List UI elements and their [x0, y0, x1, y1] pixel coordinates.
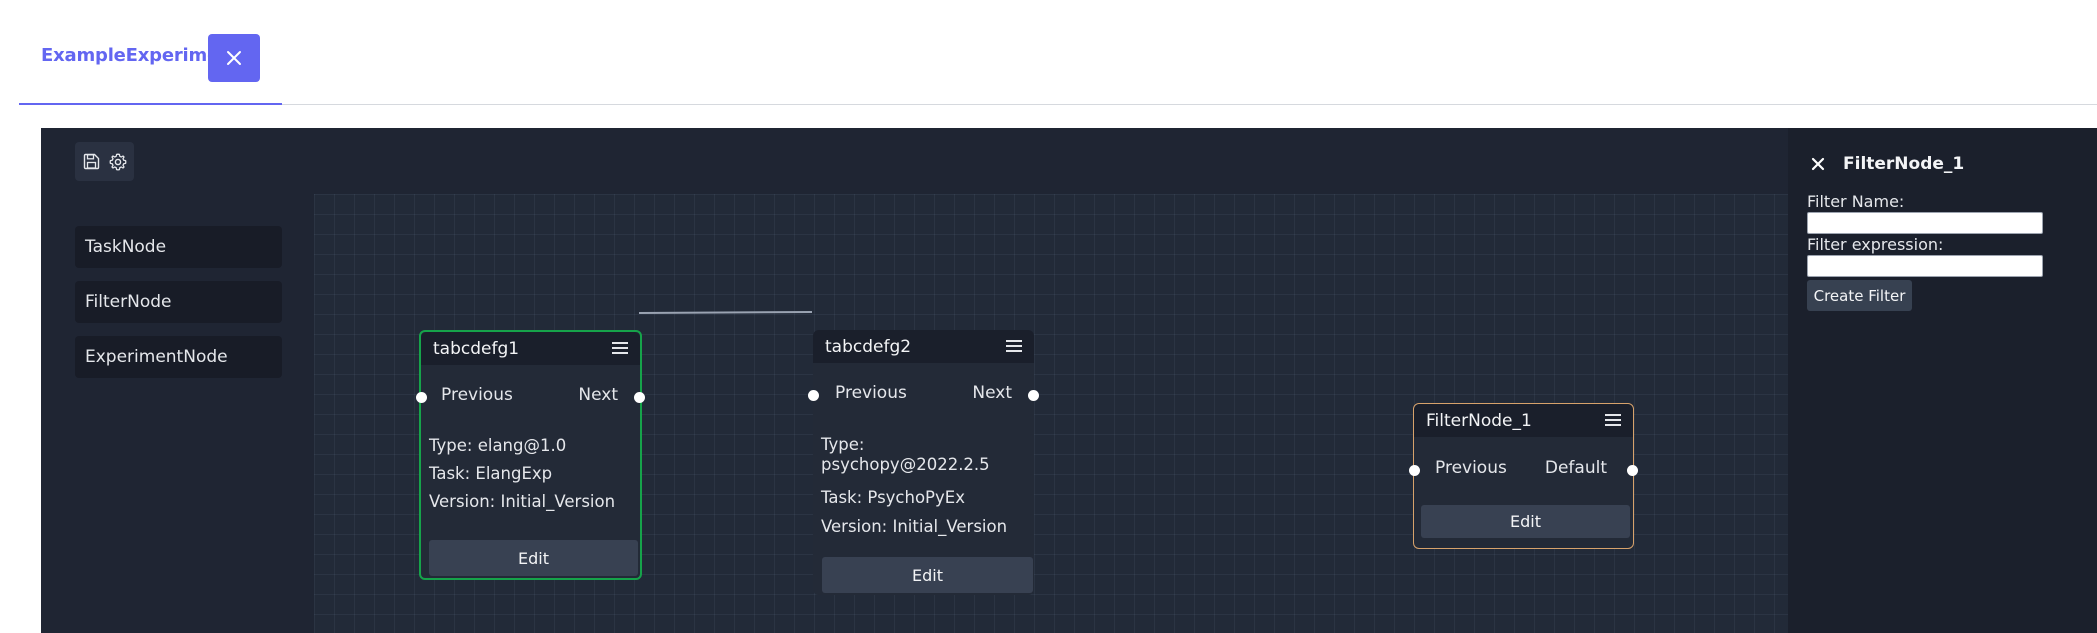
- port-label-previous: Previous: [1435, 458, 1507, 478]
- node-title: tabcdefg2: [825, 337, 912, 357]
- node-type: Type: elang@1.0: [429, 436, 567, 455]
- input-port[interactable]: [808, 390, 819, 401]
- palette-item-experimentnode[interactable]: ExperimentNode: [75, 336, 282, 378]
- port-label-next: Next: [972, 383, 1012, 403]
- filter-name-input[interactable]: [1807, 212, 2043, 234]
- tab-bar-divider: [282, 104, 2097, 105]
- port-label-default: Default: [1544, 458, 1607, 478]
- menu-icon[interactable]: [1605, 414, 1621, 426]
- palette-item-tasknode[interactable]: TaskNode: [75, 226, 282, 268]
- close-icon: [227, 51, 241, 65]
- menu-icon[interactable]: [1006, 340, 1022, 352]
- port-label-previous: Previous: [441, 385, 513, 405]
- palette-item-filternode[interactable]: FilterNode: [75, 281, 282, 323]
- port-label-previous: Previous: [835, 383, 907, 403]
- edit-button[interactable]: Edit: [1421, 505, 1630, 538]
- node-type: Type: psychopy@2022.2.5: [821, 435, 990, 474]
- node-task: Task: PsychoPyEx: [821, 488, 965, 507]
- tab-close-button[interactable]: [208, 34, 260, 82]
- close-icon: [1811, 157, 1825, 171]
- node-header: FilterNode_1: [1414, 404, 1633, 437]
- input-port[interactable]: [1409, 465, 1420, 476]
- port-label-next: Next: [578, 385, 618, 405]
- tab-bar: ExampleExperiment: [0, 0, 2097, 106]
- input-port[interactable]: [416, 392, 427, 403]
- flow-canvas[interactable]: tabcdefg1 Previous Next Type: elang@1.0 …: [314, 194, 1827, 633]
- node-title: tabcdefg1: [433, 339, 520, 359]
- edit-button[interactable]: Edit: [822, 557, 1033, 593]
- editor-toolbar: [75, 142, 134, 181]
- filter-node-filternode1[interactable]: FilterNode_1 Previous Default Edit: [1409, 403, 1638, 549]
- filter-expression-input[interactable]: [1807, 255, 2043, 277]
- settings-button[interactable]: [107, 151, 129, 173]
- edit-button[interactable]: Edit: [429, 540, 638, 576]
- node-header: tabcdefg2: [813, 330, 1034, 363]
- gear-icon: [109, 153, 127, 170]
- node-task: Task: ElangExp: [429, 464, 553, 483]
- output-port[interactable]: [634, 392, 645, 403]
- output-port[interactable]: [1627, 465, 1638, 476]
- filter-expression-label: Filter expression:: [1807, 235, 1944, 254]
- task-node-tabcdefg2[interactable]: tabcdefg2 Previous Next Type: psychopy@2…: [808, 330, 1039, 595]
- panel-title: FilterNode_1: [1843, 154, 1965, 174]
- tab-active-indicator: [19, 103, 282, 105]
- node-header: tabcdefg1: [421, 332, 640, 365]
- output-port[interactable]: [1028, 390, 1039, 401]
- node-title: FilterNode_1: [1426, 411, 1532, 431]
- filter-properties-panel: FilterNode_1 Filter Name: Filter express…: [1788, 128, 2097, 633]
- filter-name-label: Filter Name:: [1807, 192, 1905, 211]
- node-version: Version: Initial_Version: [821, 517, 1008, 536]
- create-filter-button[interactable]: Create Filter: [1807, 280, 1912, 311]
- task-node-tabcdefg1[interactable]: tabcdefg1 Previous Next Type: elang@1.0 …: [416, 330, 645, 580]
- node-version: Version: Initial_Version: [429, 492, 616, 511]
- save-icon: [83, 153, 99, 170]
- save-button[interactable]: [80, 151, 102, 173]
- panel-close-button[interactable]: [1810, 156, 1826, 172]
- menu-icon[interactable]: [612, 342, 628, 354]
